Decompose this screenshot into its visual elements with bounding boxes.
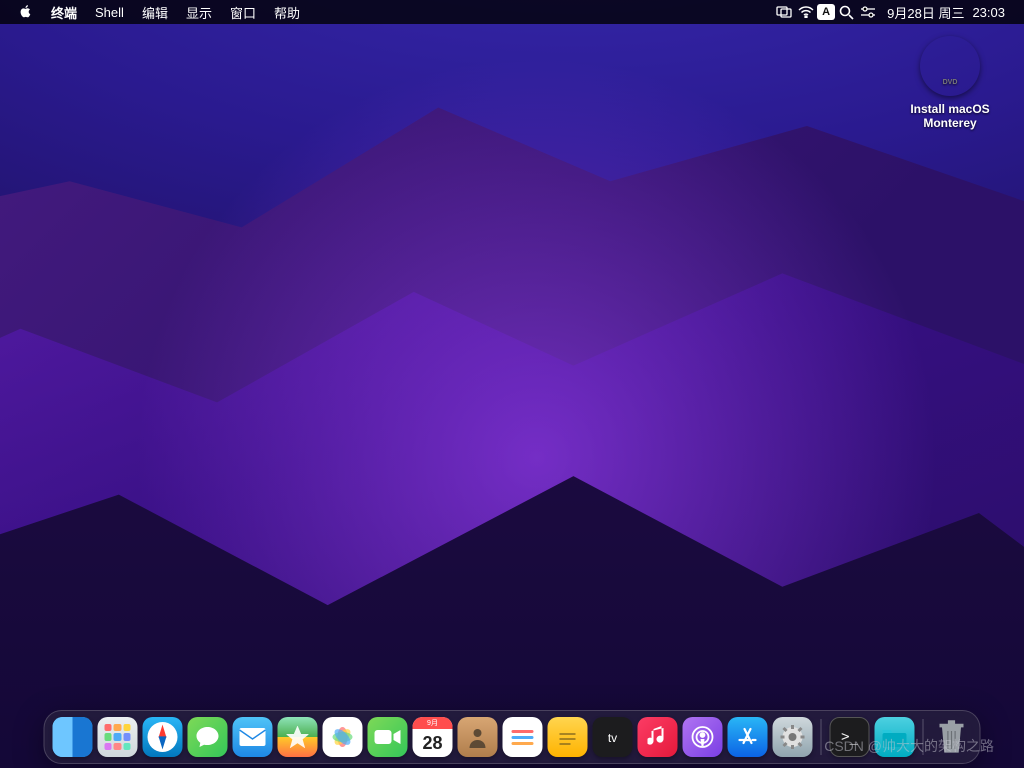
dock-maps[interactable] [278, 717, 318, 757]
menu-shell[interactable]: Shell [86, 5, 133, 20]
dock-podcasts[interactable] [683, 717, 723, 757]
dock-launchpad[interactable] [98, 717, 138, 757]
dock-finder[interactable] [53, 717, 93, 757]
menu-view[interactable]: 显示 [177, 3, 221, 22]
dock-notes[interactable] [548, 717, 588, 757]
menubar-date[interactable]: 9月28日 周三 [879, 3, 968, 22]
desktop-wallpaper [0, 0, 1024, 768]
menu-help[interactable]: 帮助 [265, 3, 309, 22]
dock-facetime[interactable] [368, 717, 408, 757]
dock-reminders[interactable] [503, 717, 543, 757]
dock-system-preferences[interactable] [773, 717, 813, 757]
calendar-day-label: 28 [422, 729, 442, 757]
watermark-text: CSDN @帅大大的架构之路 [824, 736, 994, 756]
menu-window[interactable]: 窗口 [221, 3, 265, 22]
menubar: 终端 Shell 编辑 显示 窗口 帮助 A 9月28日 周三 23:03 [0, 0, 1024, 24]
menubar-app-name[interactable]: 终端 [42, 3, 86, 22]
stage-manager-icon[interactable] [773, 6, 795, 18]
dock-music[interactable] [638, 717, 678, 757]
dvd-icon [920, 36, 980, 96]
dock-mail[interactable] [233, 717, 273, 757]
wifi-icon[interactable] [795, 6, 817, 18]
dock-photos[interactable] [323, 717, 363, 757]
desktop-icon-label-2: Monterey [902, 116, 998, 130]
dock-messages[interactable] [188, 717, 228, 757]
calendar-month-label: 9月 [413, 717, 453, 729]
menu-edit[interactable]: 编辑 [133, 3, 177, 22]
control-center-icon[interactable] [857, 6, 879, 18]
desktop-icon-label-1: Install macOS [902, 102, 998, 116]
dock-safari[interactable] [143, 717, 183, 757]
dock-separator-1 [821, 719, 822, 755]
input-source-indicator[interactable]: A [817, 4, 835, 20]
dock-contacts[interactable] [458, 717, 498, 757]
dock-tv[interactable]: tv [593, 717, 633, 757]
tv-label: tv [608, 731, 617, 745]
dock-appstore[interactable] [728, 717, 768, 757]
spotlight-icon[interactable] [835, 5, 857, 20]
menubar-time[interactable]: 23:03 [968, 5, 1014, 20]
dock-calendar[interactable]: 9月 28 [413, 717, 453, 757]
apple-menu[interactable] [10, 4, 42, 21]
desktop-installer-icon[interactable]: Install macOS Monterey [902, 36, 998, 130]
